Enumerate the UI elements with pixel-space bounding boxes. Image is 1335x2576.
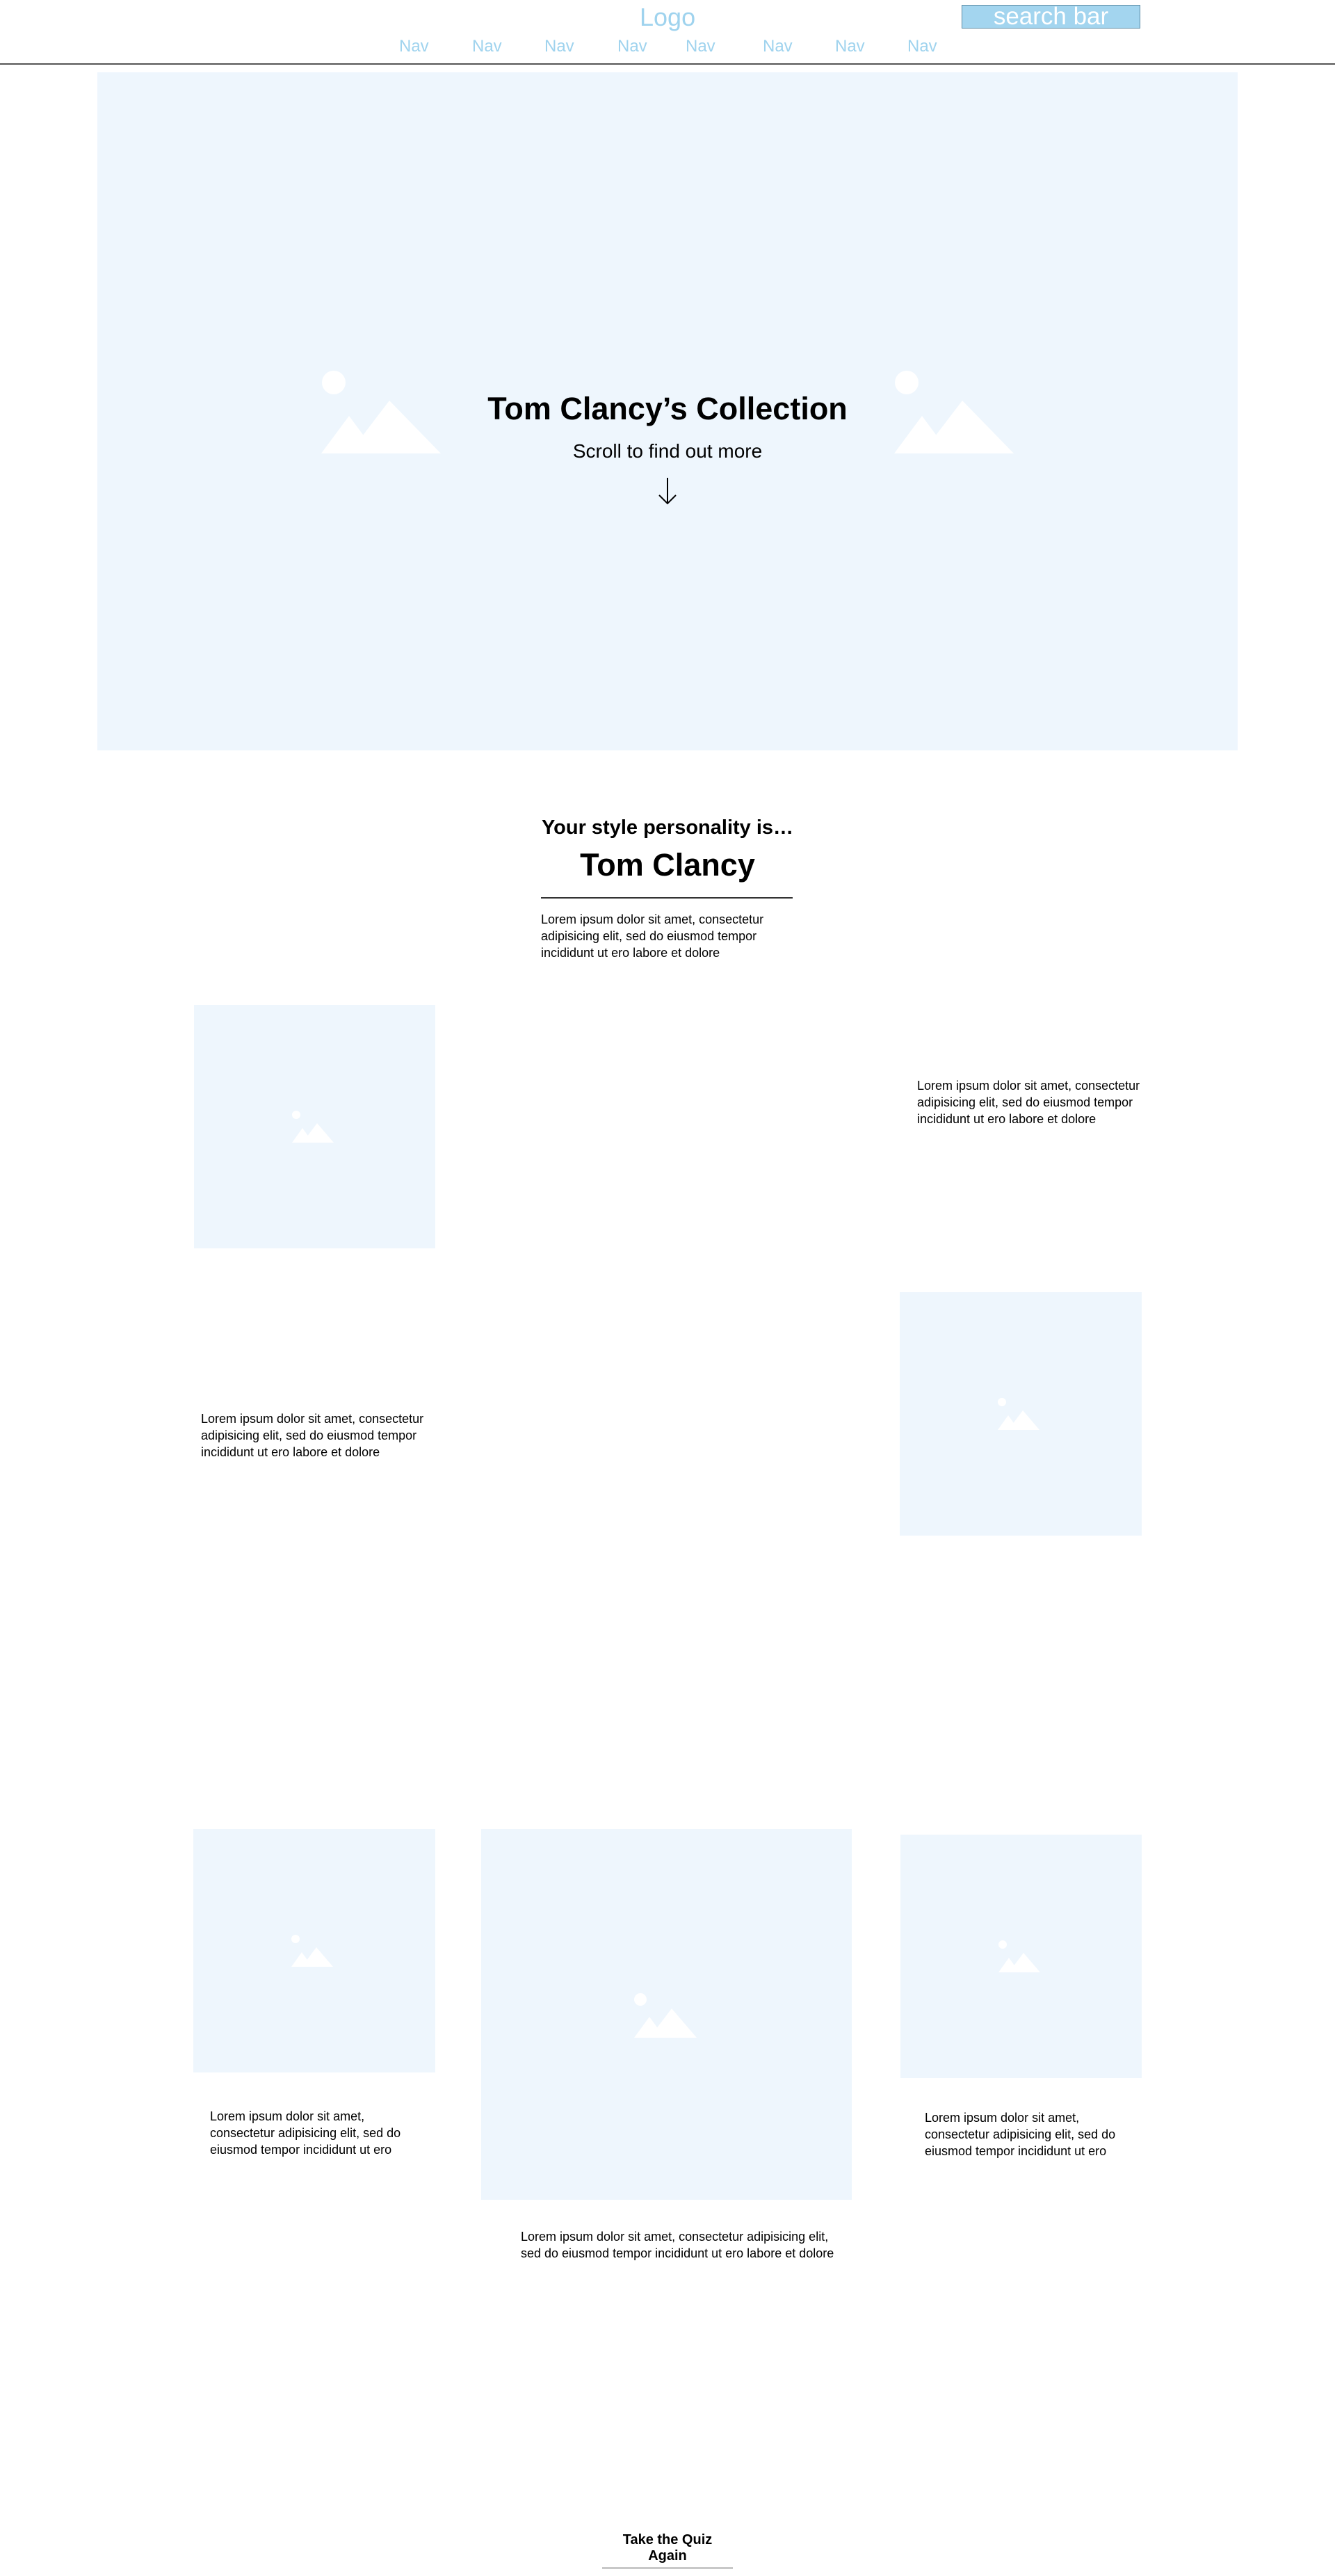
- card-text-2: Lorem ipsum dolor sit amet, consectetur …: [521, 2230, 834, 2260]
- hero-subtitle: Scroll to find out more: [572, 440, 763, 462]
- search-input[interactable]: search bar: [962, 4, 1140, 29]
- image-placeholder-icon: [998, 1940, 1040, 1972]
- hero-title: Tom Clancy’s Collection: [487, 391, 848, 426]
- retake-quiz-button[interactable]: Take the Quiz Again: [602, 2532, 733, 2569]
- nav-item-7[interactable]: Nav: [835, 37, 865, 56]
- feature-text-1: Lorem ipsum dolor sit amet, consectetur …: [917, 1079, 1140, 1126]
- header-divider: [0, 63, 1335, 65]
- card-text-3: Lorem ipsum dolor sit amet, consectetur …: [925, 2111, 1116, 2158]
- arrow-down-icon[interactable]: [658, 477, 677, 505]
- result-description: Lorem ipsum dolor sit amet, consectetur …: [541, 912, 764, 960]
- nav-item-5[interactable]: Nav: [686, 37, 715, 56]
- image-placeholder-icon: [998, 1398, 1039, 1430]
- result-divider: [541, 897, 793, 899]
- logo[interactable]: Logo: [640, 3, 695, 32]
- feature-image-1: [194, 1005, 435, 1248]
- image-placeholder-icon: [292, 1111, 334, 1143]
- result-kicker: Your style personality is…: [541, 816, 794, 839]
- image-placeholder-icon: [291, 1935, 333, 1967]
- nav-item-2[interactable]: Nav: [472, 37, 502, 56]
- nav-item-4[interactable]: Nav: [617, 37, 647, 56]
- nav-item-6[interactable]: Nav: [763, 37, 793, 56]
- nav-item-8[interactable]: Nav: [907, 37, 937, 56]
- feature-image-2: [900, 1292, 1142, 1536]
- feature-text-2: Lorem ipsum dolor sit amet, consectetur …: [201, 1412, 424, 1459]
- nav-item-1[interactable]: Nav: [399, 37, 429, 56]
- image-placeholder-icon: [634, 1993, 697, 2038]
- result-name: Tom Clancy: [580, 847, 755, 883]
- nav-item-3[interactable]: Nav: [544, 37, 574, 56]
- card-image-3: [900, 1835, 1142, 2078]
- card-text-1: Lorem ipsum dolor sit amet, consectetur …: [210, 2109, 401, 2157]
- card-image-1: [193, 1829, 435, 2072]
- card-image-2: [481, 1829, 852, 2200]
